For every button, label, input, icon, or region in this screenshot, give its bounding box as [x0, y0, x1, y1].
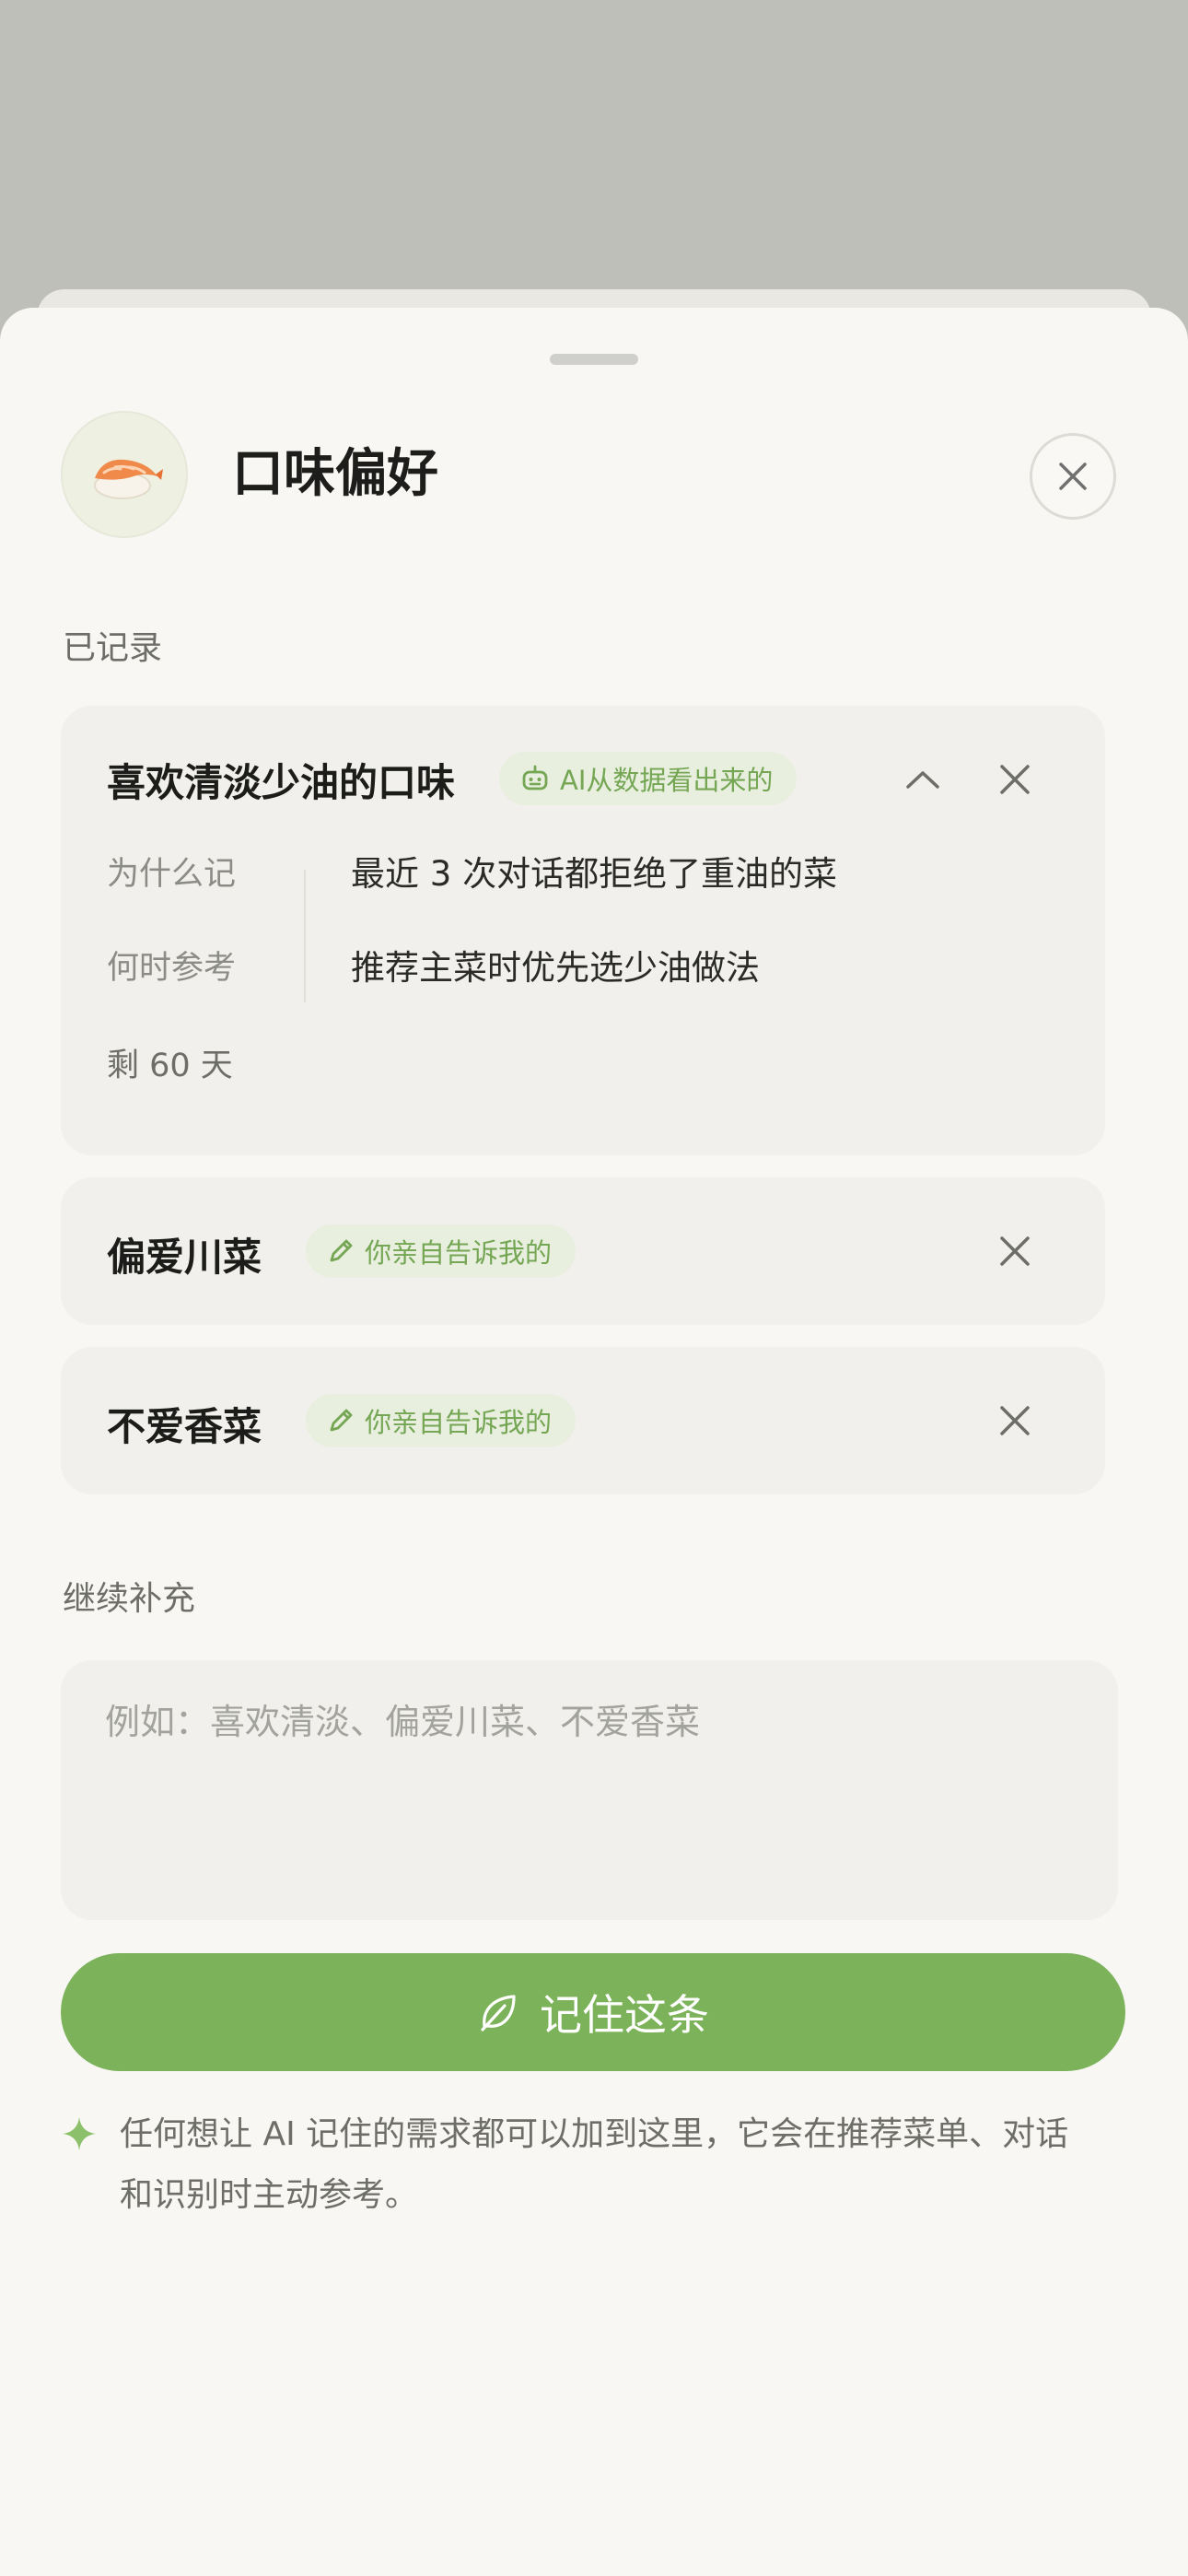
robot-icon [522, 765, 548, 790]
remember-button-label: 记住这条 [540, 1990, 709, 2040]
recorded-section-label: 已记录 [63, 629, 163, 667]
page-title: 口味偏好 [232, 443, 438, 504]
close-icon [1000, 1406, 1030, 1435]
preference-title: 不爱香菜 [107, 1404, 262, 1449]
pencil-icon [330, 1239, 353, 1262]
delete-preference-button[interactable] [987, 752, 1042, 807]
sushi-icon [61, 411, 188, 538]
preference-input[interactable] [61, 1660, 1118, 1920]
chevron-up-icon [906, 771, 939, 789]
when-label: 何时参考 [107, 950, 237, 987]
source-badge-label: 你亲自告诉我的 [365, 1237, 553, 1269]
close-icon [1059, 463, 1087, 490]
modal-backdrop[interactable] [0, 0, 1188, 295]
remaining-days: 剩 60 天 [107, 1048, 233, 1084]
sheet-grabber[interactable] [550, 354, 638, 365]
preference-card-expanded[interactable]: 喜欢清淡少油的口味 AI从数据看出来的 为什么记 最近 3 次对话都拒绝了重油的… [61, 706, 1105, 1155]
pencil-icon [330, 1409, 353, 1432]
preference-card[interactable]: 不爱香菜 你亲自告诉我的 [61, 1347, 1105, 1494]
preference-card[interactable]: 偏爱川菜 你亲自告诉我的 [61, 1177, 1105, 1325]
delete-preference-button[interactable] [987, 1224, 1042, 1279]
close-icon [1000, 765, 1030, 794]
preference-sheet: 口味偏好 已记录 喜欢清淡少油的口味 AI从数据看出来的 为什么记 最近 3 次… [0, 308, 1188, 2576]
add-section-label: 继续补充 [63, 1580, 196, 1618]
preference-title: 偏爱川菜 [107, 1235, 262, 1280]
detail-divider [304, 870, 306, 1002]
close-button[interactable] [1030, 433, 1116, 520]
delete-preference-button[interactable] [987, 1393, 1042, 1448]
source-badge-user: 你亲自告诉我的 [306, 1224, 577, 1278]
source-badge-user: 你亲自告诉我的 [306, 1394, 577, 1447]
preference-title: 喜欢清淡少油的口味 [107, 760, 456, 805]
sparkle-icon [63, 2117, 96, 2150]
close-icon [1000, 1236, 1030, 1266]
remember-button[interactable]: 记住这条 [61, 1953, 1125, 2071]
collapse-button[interactable] [895, 752, 950, 807]
source-badge-label: 你亲自告诉我的 [365, 1407, 553, 1438]
source-badge-ai: AI从数据看出来的 [499, 752, 798, 805]
hint-text: 任何想让 AI 记住的需求都可以加到这里，它会在推荐菜单、对话和识别时主动参考。 [120, 2115, 1069, 2214]
source-badge-label: AI从数据看出来的 [560, 765, 774, 796]
why-label: 为什么记 [107, 856, 237, 893]
when-value: 推荐主菜时优先选少油做法 [351, 948, 760, 988]
why-value: 最近 3 次对话都拒绝了重油的菜 [351, 854, 838, 894]
leaf-icon [481, 1995, 516, 2032]
